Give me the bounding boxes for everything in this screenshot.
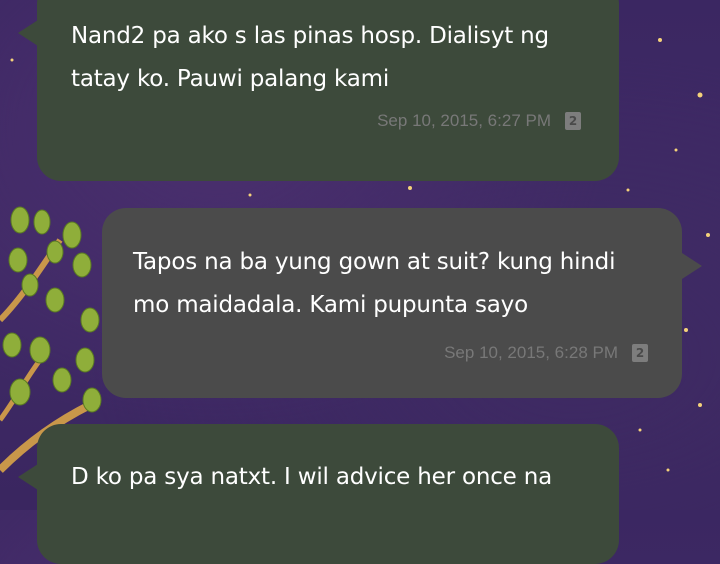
message-bubble-outgoing[interactable]: Tapos na ba yung gown at suit? kung hind… [102,208,702,398]
message-meta: Sep 10, 2015, 6:28 PM 2 [444,343,648,363]
message-timestamp: Sep 10, 2015, 6:27 PM [377,111,551,130]
sim-2-icon: 2 [632,344,648,362]
message-bubble-incoming[interactable]: Nand2 pa ako s las pinas hosp. Dialisyt … [18,0,619,181]
message-line: D ko pa sya natxt. I wil advice her once… [71,464,552,490]
bubble-tail [682,253,702,279]
message-line: mo maidadala. Kami pupunta sayo [133,292,528,318]
message-line: tatay ko. Pauwi palang kami [71,66,390,92]
message-line: Tapos na ba yung gown at suit? kung hind… [133,249,616,275]
sim-2-icon: 2 [565,112,581,130]
message-line: Nand2 pa ako s las pinas hosp. Dialisyt … [71,23,549,49]
tree-leaves [2,206,102,413]
message-text: Tapos na ba yung gown at suit? kung hind… [133,241,673,327]
bubble-tail [18,464,38,490]
message-text: D ko pa sya natxt. I wil advice her once… [71,456,611,499]
bubble-tail [18,20,38,46]
message-text: Nand2 pa ako s las pinas hosp. Dialisyt … [71,15,611,101]
message-meta: Sep 10, 2015, 6:27 PM 2 [377,111,581,131]
message-timestamp: Sep 10, 2015, 6:28 PM [444,343,618,362]
message-bubble-incoming[interactable]: D ko pa sya natxt. I wil advice her once… [18,424,619,564]
